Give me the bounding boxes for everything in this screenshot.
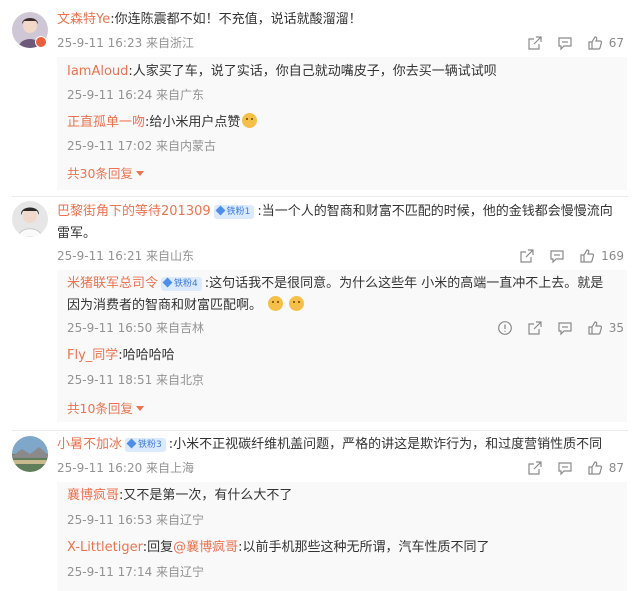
thumbs-up-icon bbox=[587, 320, 603, 336]
comment-icon[interactable] bbox=[557, 35, 573, 51]
comment-text: 小暑不加冰 铁粉3:小米不正视碳纤维机盖问题，严格的讲这是欺诈行为，和过度营销性质… bbox=[57, 437, 603, 452]
reply-text: Fly_同学:哈哈哈哈 bbox=[67, 348, 175, 363]
diamond-icon bbox=[126, 438, 137, 449]
like-count: 67 bbox=[608, 36, 624, 50]
reply-text: 正直孤单一吻:给小米用户点赞 bbox=[67, 112, 627, 134]
more-replies-link[interactable]: 共10条回复 bbox=[67, 400, 144, 418]
reply-meta: 25-9-11 17:14 来自辽宁 bbox=[67, 565, 205, 579]
reply-username[interactable]: Fly_同学 bbox=[67, 348, 118, 363]
like-button[interactable]: 169 bbox=[579, 248, 624, 264]
reply-meta: 25-9-11 16:50 来自吉林 bbox=[67, 321, 205, 335]
comment-meta: 25-9-11 16:23 来自浙江 bbox=[57, 36, 195, 50]
avatar[interactable] bbox=[12, 436, 48, 472]
smile-emoji-icon bbox=[242, 113, 258, 128]
report-icon[interactable] bbox=[497, 320, 513, 336]
reply-text: 米猪联军总司令 铁粉4:这句话我不是很同意。为什么这些年 小米的高端一直冲不上去。… bbox=[67, 276, 604, 313]
reply-username[interactable]: 米猪联军总司令 bbox=[67, 276, 158, 291]
cat-emoji-icon bbox=[289, 296, 305, 311]
like-button[interactable]: 87 bbox=[587, 460, 624, 476]
fan-badge: 铁粉3 bbox=[125, 438, 166, 452]
avatar[interactable] bbox=[12, 201, 48, 237]
comment-icon[interactable] bbox=[557, 320, 573, 336]
comment-meta: 25-9-11 16:20 来自上海 bbox=[57, 461, 195, 475]
like-count: 35 bbox=[608, 321, 624, 335]
reply-text: X-Littletiger:回复@襄博疯哥:以前手机那些这种无所谓，汽车性质不同… bbox=[67, 540, 490, 555]
comment-actions: 169 bbox=[519, 246, 624, 266]
mention-link[interactable]: @襄博疯哥 bbox=[173, 540, 238, 555]
reply-username[interactable]: IamAloud bbox=[67, 64, 128, 79]
divider bbox=[12, 196, 628, 197]
reply-username[interactable]: 正直孤单一吻 bbox=[67, 115, 145, 130]
like-button[interactable]: 35 bbox=[587, 320, 624, 336]
reply-meta: 25-9-11 18:51 来自北京 bbox=[67, 373, 205, 387]
caret-down-icon bbox=[135, 171, 144, 176]
verified-badge-icon bbox=[35, 36, 47, 48]
cat-emoji-icon bbox=[268, 296, 284, 311]
share-icon[interactable] bbox=[527, 320, 543, 336]
like-count: 87 bbox=[608, 461, 624, 475]
reply-actions: 35 bbox=[497, 318, 624, 338]
comment-username[interactable]: 文森特Ye bbox=[57, 12, 110, 27]
share-icon[interactable] bbox=[519, 248, 535, 264]
share-icon[interactable] bbox=[527, 35, 543, 51]
reply-text: 襄博疯哥:又不是第一次，有什么大不了 bbox=[67, 488, 293, 503]
reply-meta: 25-9-11 16:24 来自广东 bbox=[67, 88, 205, 102]
diamond-icon bbox=[162, 277, 173, 288]
caret-down-icon bbox=[135, 406, 144, 411]
comment-meta: 25-9-11 16:21 来自山东 bbox=[57, 249, 195, 263]
reply-meta: 25-9-11 16:53 来自辽宁 bbox=[67, 513, 205, 527]
thumbs-up-icon bbox=[587, 35, 603, 51]
comment-icon[interactable] bbox=[549, 248, 565, 264]
share-icon[interactable] bbox=[527, 460, 543, 476]
reply-meta: 25-9-11 17:02 来自内蒙古 bbox=[67, 139, 217, 153]
comment-actions: 87 bbox=[527, 458, 624, 478]
like-count: 169 bbox=[601, 249, 624, 263]
thumbs-up-icon bbox=[587, 460, 603, 476]
diamond-icon bbox=[215, 205, 226, 216]
comment-username[interactable]: 巴黎街角下的等待201309 bbox=[57, 204, 211, 219]
like-button[interactable]: 67 bbox=[587, 35, 624, 51]
comment-icon[interactable] bbox=[557, 460, 573, 476]
reply-username[interactable]: X-Littletiger bbox=[67, 540, 143, 555]
comment-username[interactable]: 小暑不加冰 bbox=[57, 437, 122, 452]
comment-text: 文森特Ye:你连陈震都不如！不充值，说话就酸溜溜！ bbox=[57, 12, 362, 27]
fan-badge: 铁粉1 bbox=[213, 205, 255, 219]
reply-text: IamAloud:人家买了车，说了实话，你自己就动嘴皮子，你去买一辆试试呗 bbox=[67, 64, 497, 79]
more-replies-link[interactable]: 共30条回复 bbox=[67, 165, 144, 183]
comment-text: 巴黎街角下的等待201309 铁粉1:当一个人的智商和财富不匹配的时候，他的金钱都… bbox=[57, 204, 613, 241]
fan-badge: 铁粉4 bbox=[161, 277, 202, 291]
comment-actions: 67 bbox=[527, 33, 624, 53]
thumbs-up-icon bbox=[579, 248, 595, 264]
reply-username[interactable]: 襄博疯哥 bbox=[67, 488, 119, 503]
divider bbox=[12, 430, 628, 431]
